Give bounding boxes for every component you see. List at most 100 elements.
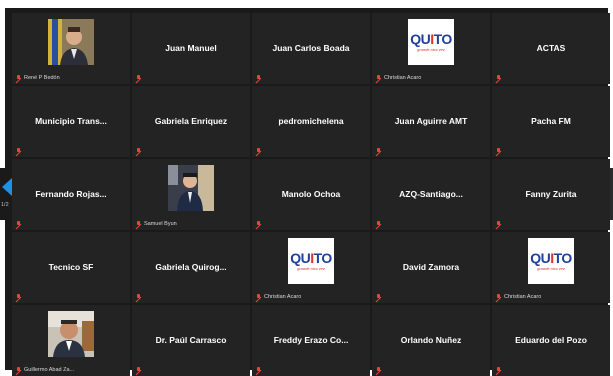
participant-tile[interactable]: Fanny Zurita bbox=[492, 159, 610, 230]
muted-mic-icon bbox=[376, 367, 381, 373]
participant-tile[interactable]: Orlando Nuñez bbox=[372, 305, 490, 376]
quito-logo: QUITO grande otra vez bbox=[288, 238, 334, 284]
participant-tile[interactable]: QUITO grande otra vez Christian Acaro bbox=[492, 232, 610, 303]
muted-mic-icon bbox=[136, 75, 141, 81]
muted-mic-icon bbox=[496, 221, 501, 227]
participant-name: Eduardo del Pozo bbox=[515, 334, 587, 345]
participant-tile[interactable]: René P Bedón bbox=[12, 13, 130, 84]
participant-caption bbox=[256, 221, 261, 227]
participant-caption bbox=[496, 75, 501, 81]
muted-mic-icon bbox=[16, 294, 21, 300]
participant-caption: Guillermo Abad Za... bbox=[16, 367, 74, 373]
participant-tile[interactable]: Manolo Ochoa bbox=[252, 159, 370, 230]
participant-tile[interactable]: Gabriela Enriquez bbox=[132, 86, 250, 157]
participant-tile[interactable]: Juan Carlos Boada bbox=[252, 13, 370, 84]
participant-tile[interactable]: Gabriela Quirog... bbox=[132, 232, 250, 303]
quito-logo: QUITO grande otra vez bbox=[528, 238, 574, 284]
muted-mic-icon bbox=[256, 148, 261, 154]
participant-tile[interactable]: Dr. Paúl Carrasco bbox=[132, 305, 250, 376]
quito-logo: QUITO grande otra vez bbox=[408, 19, 454, 65]
participant-name: Gabriela Quirog... bbox=[155, 261, 227, 272]
participant-label: Guillermo Abad Za... bbox=[24, 367, 75, 373]
participant-caption bbox=[16, 294, 21, 300]
participant-caption bbox=[136, 294, 141, 300]
muted-mic-icon bbox=[256, 75, 261, 81]
participant-tile[interactable]: ACTAS bbox=[492, 13, 610, 84]
participant-video-thumbnail bbox=[168, 165, 214, 211]
muted-mic-icon bbox=[16, 221, 21, 227]
participant-tile[interactable]: Samuel Byun bbox=[132, 159, 250, 230]
participant-caption: René P Bedón bbox=[16, 75, 60, 81]
participant-caption bbox=[376, 148, 381, 154]
participant-name: Juan Aguirre AMT bbox=[394, 115, 468, 126]
participant-caption bbox=[256, 148, 261, 154]
participant-tile[interactable]: Tecnico SF bbox=[12, 232, 130, 303]
participant-label: Christian Acaro bbox=[264, 294, 302, 300]
muted-mic-icon bbox=[496, 294, 501, 300]
participant-tile[interactable]: Freddy Erazo Co... bbox=[252, 305, 370, 376]
participant-name: AZQ-Santiago... bbox=[399, 188, 463, 199]
participant-tile[interactable]: Juan Aguirre AMT bbox=[372, 86, 490, 157]
participant-caption bbox=[136, 75, 141, 81]
participant-caption bbox=[496, 221, 501, 227]
muted-mic-icon bbox=[136, 294, 141, 300]
participant-tile[interactable]: Municipio Trans... bbox=[12, 86, 130, 157]
participant-name: pedromichelena bbox=[278, 115, 344, 126]
muted-mic-icon bbox=[136, 221, 141, 227]
participant-tile[interactable]: Juan Manuel bbox=[132, 13, 250, 84]
muted-mic-icon bbox=[496, 75, 501, 81]
participant-name: Juan Manuel bbox=[165, 42, 217, 53]
participant-tile[interactable]: Eduardo del Pozo bbox=[492, 305, 610, 376]
chevron-left-icon bbox=[2, 178, 12, 196]
participant-tile[interactable]: Pacha FM bbox=[492, 86, 610, 157]
muted-mic-icon bbox=[376, 294, 381, 300]
participant-tile[interactable]: pedromichelena bbox=[252, 86, 370, 157]
participant-tile[interactable]: AZQ-Santiago... bbox=[372, 159, 490, 230]
participant-caption bbox=[16, 221, 21, 227]
participant-caption: Samuel Byun bbox=[136, 221, 177, 227]
participant-label: René P Bedón bbox=[24, 75, 60, 81]
participant-name: Fernando Rojas... bbox=[35, 188, 107, 199]
muted-mic-icon bbox=[16, 367, 21, 373]
participant-caption bbox=[376, 221, 381, 227]
participant-label: Christian Acaro bbox=[384, 75, 422, 81]
muted-mic-icon bbox=[496, 148, 501, 154]
participant-label: Samuel Byun bbox=[144, 221, 177, 227]
participant-tile[interactable]: Fernando Rojas... bbox=[12, 159, 130, 230]
muted-mic-icon bbox=[136, 148, 141, 154]
participant-name: Juan Carlos Boada bbox=[272, 42, 350, 53]
participant-caption bbox=[136, 367, 141, 373]
participant-name: ACTAS bbox=[536, 42, 566, 53]
participant-caption: Christian Acaro bbox=[256, 294, 301, 300]
participant-tile[interactable]: QUITO grande otra vez Christian Acaro bbox=[372, 13, 490, 84]
participant-tile[interactable]: QUITO grande otra vez Christian Acaro bbox=[252, 232, 370, 303]
participant-name: Manolo Ochoa bbox=[281, 188, 341, 199]
muted-mic-icon bbox=[16, 148, 21, 154]
participant-caption bbox=[376, 294, 381, 300]
participant-tile[interactable]: David Zamora bbox=[372, 232, 490, 303]
muted-mic-icon bbox=[376, 75, 381, 81]
participant-video-thumbnail bbox=[48, 19, 94, 65]
participant-caption bbox=[16, 148, 21, 154]
participant-name: Fanny Zurita bbox=[525, 188, 577, 199]
participant-name: Municipio Trans... bbox=[35, 115, 107, 126]
participant-caption: Christian Acaro bbox=[496, 294, 541, 300]
participant-caption bbox=[376, 367, 381, 373]
participant-name: Pacha FM bbox=[531, 115, 571, 126]
muted-mic-icon bbox=[16, 75, 21, 81]
muted-mic-icon bbox=[376, 221, 381, 227]
participant-caption bbox=[496, 367, 501, 373]
participant-name: Tecnico SF bbox=[48, 261, 94, 272]
page-indicator: 1/2 bbox=[1, 202, 9, 208]
participant-caption bbox=[256, 75, 261, 81]
participant-name: Gabriela Enriquez bbox=[154, 115, 228, 126]
muted-mic-icon bbox=[376, 148, 381, 154]
participant-caption bbox=[256, 367, 261, 373]
muted-mic-icon bbox=[496, 367, 501, 373]
participant-name: Orlando Nuñez bbox=[400, 334, 462, 345]
participant-caption bbox=[496, 148, 501, 154]
participant-caption: Christian Acaro bbox=[376, 75, 421, 81]
muted-mic-icon bbox=[256, 221, 261, 227]
participant-caption bbox=[136, 148, 141, 154]
participant-tile[interactable]: Guillermo Abad Za... bbox=[12, 305, 130, 376]
